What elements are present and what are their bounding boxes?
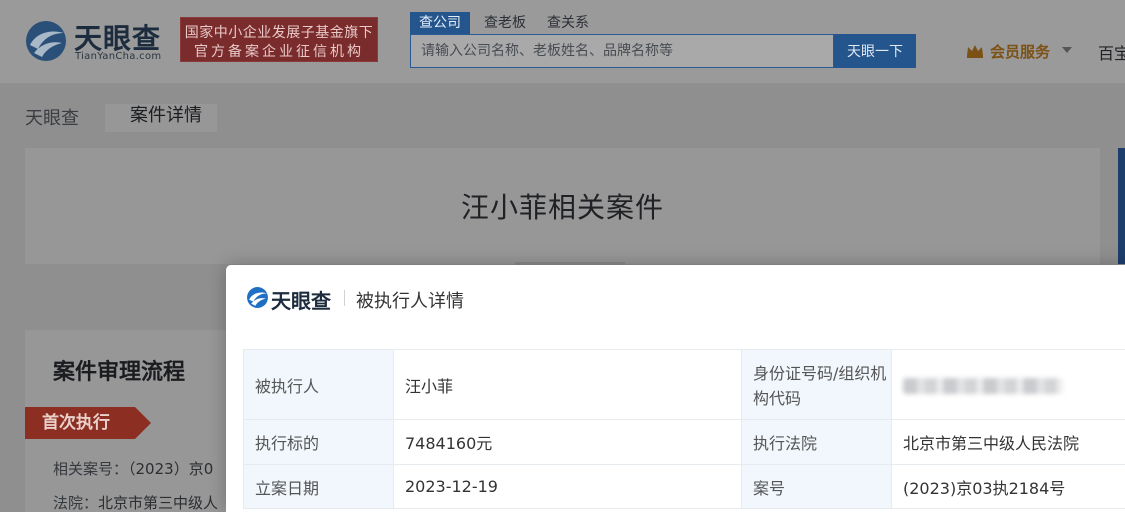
executee-detail-modal: 天眼查 被执行人详情 被执行人 汪小菲 身份证号码/组织机构代码 执行标的 74… — [226, 265, 1125, 512]
case-number-label: 相关案号： — [53, 460, 129, 478]
page-title: 汪小菲相关案件 — [460, 191, 664, 224]
field-value: 汪小菲 — [393, 349, 742, 420]
tianyancha-logo-icon — [247, 287, 268, 308]
first-execution-tag: 首次执行 — [25, 407, 151, 439]
flow-section-title: 案件审理流程 — [53, 360, 186, 385]
field-label: 身份证号码/组织机构代码 — [741, 349, 892, 420]
credit-agency-badge: 国家中小企业发展子基金旗下 官方备案企业征信机构 — [180, 17, 378, 62]
case-number-value[interactable]: （2023）京0 — [128, 460, 213, 478]
table-row: 立案日期 2023-12-19 案号 (2023)京03执2184号 — [243, 464, 1125, 509]
court-value: 北京市第三中级人 — [98, 494, 219, 512]
tab-search-company[interactable]: 查公司 — [410, 12, 470, 34]
field-label: 立案日期 — [243, 464, 394, 509]
badge-line-2: 官方备案企业征信机构 — [194, 44, 364, 60]
chevron-down-icon — [1062, 47, 1072, 53]
search-box — [410, 34, 834, 68]
search-button[interactable]: 天眼一下 — [834, 34, 916, 68]
executee-detail-table: 被执行人 汪小菲 身份证号码/组织机构代码 执行标的 7484160元 执行法院… — [243, 349, 1125, 509]
tianyancha-logo-icon — [26, 21, 66, 61]
field-value: 北京市第三中级人民法院 — [891, 419, 1125, 465]
tab-search-relation[interactable]: 查关系 — [547, 12, 589, 34]
right-side-banner[interactable] — [1118, 148, 1125, 264]
modal-title-divider — [344, 290, 345, 306]
table-row: 被执行人 汪小菲 身份证号码/组织机构代码 — [243, 349, 1125, 420]
badge-line-1: 国家中小企业发展子基金旗下 — [184, 25, 374, 41]
field-value: (2023)京03执2184号 — [891, 464, 1125, 509]
field-value: 2023-12-19 — [393, 464, 742, 509]
breadcrumb: 天眼查 案件详情 — [25, 104, 217, 132]
search-input[interactable] — [411, 35, 833, 67]
site-logo[interactable]: 天眼查 TianYanCha.com — [24, 17, 174, 63]
field-label: 执行标的 — [243, 419, 394, 465]
case-flow-card: 案件审理流程 首次执行 相关案号：（2023）京0 法院：北京市第三中级人 — [25, 330, 235, 512]
masked-id-number — [903, 377, 1063, 394]
id-number-value — [891, 349, 1125, 420]
vip-service-label: 会员服务 — [990, 43, 1051, 61]
logo-domain: TianYanCha.com — [75, 51, 162, 62]
modal-logo-text: 天眼查 — [271, 289, 331, 313]
crown-icon — [967, 45, 983, 58]
tab-search-boss[interactable]: 查老板 — [484, 12, 526, 34]
field-label: 案号 — [741, 464, 892, 509]
field-label: 执行法院 — [741, 419, 892, 465]
case-title-card: 汪小菲相关案件 — [25, 148, 1100, 266]
flow-case-number: 相关案号：（2023）京0 — [53, 458, 213, 479]
court-label: 法院： — [53, 494, 99, 512]
modal-title: 被执行人详情 — [356, 291, 464, 312]
top-header: 天眼查 TianYanCha.com 国家中小企业发展子基金旗下 官方备案企业征… — [0, 0, 1125, 83]
breadcrumb-home[interactable]: 天眼查 — [25, 108, 79, 129]
field-label: 被执行人 — [243, 349, 394, 420]
breadcrumb-current: 案件详情 — [105, 104, 217, 132]
table-row: 执行标的 7484160元 执行法院 北京市第三中级人民法院 — [243, 419, 1125, 465]
flow-court: 法院：北京市第三中级人 — [53, 492, 218, 512]
field-value: 7484160元 — [393, 419, 742, 465]
baibao-link[interactable]: 百宝 — [1098, 40, 1125, 64]
